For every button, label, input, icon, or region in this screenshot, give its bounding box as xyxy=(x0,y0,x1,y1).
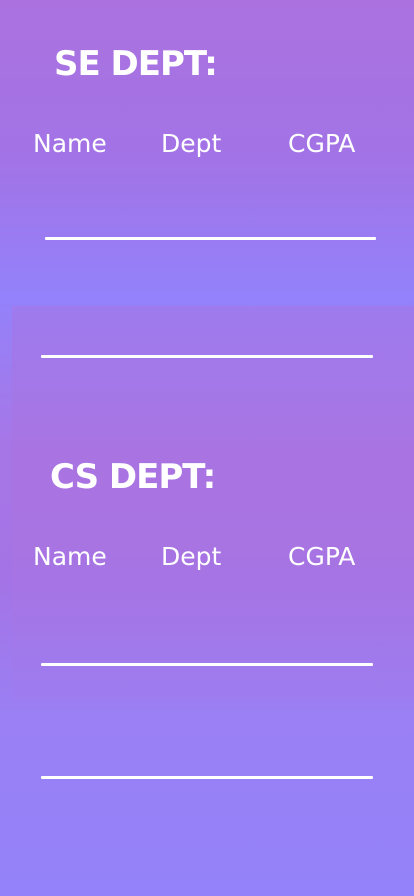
cs-column-cgpa: CGPA xyxy=(288,542,356,571)
se-dept-heading: SE DEPT: xyxy=(54,44,218,84)
cs-row-divider-2 xyxy=(41,776,373,779)
se-column-dept: Dept xyxy=(161,129,222,158)
se-column-name: Name xyxy=(33,129,107,158)
se-row-divider-2 xyxy=(41,355,373,358)
cs-section-panel xyxy=(12,306,414,700)
cs-row-divider-1 xyxy=(41,663,373,666)
se-column-cgpa: CGPA xyxy=(288,129,356,158)
se-row-divider-1 xyxy=(45,237,376,240)
cs-column-dept: Dept xyxy=(161,542,222,571)
cs-column-name: Name xyxy=(33,542,107,571)
cs-dept-heading: CS DEPT: xyxy=(50,457,216,497)
